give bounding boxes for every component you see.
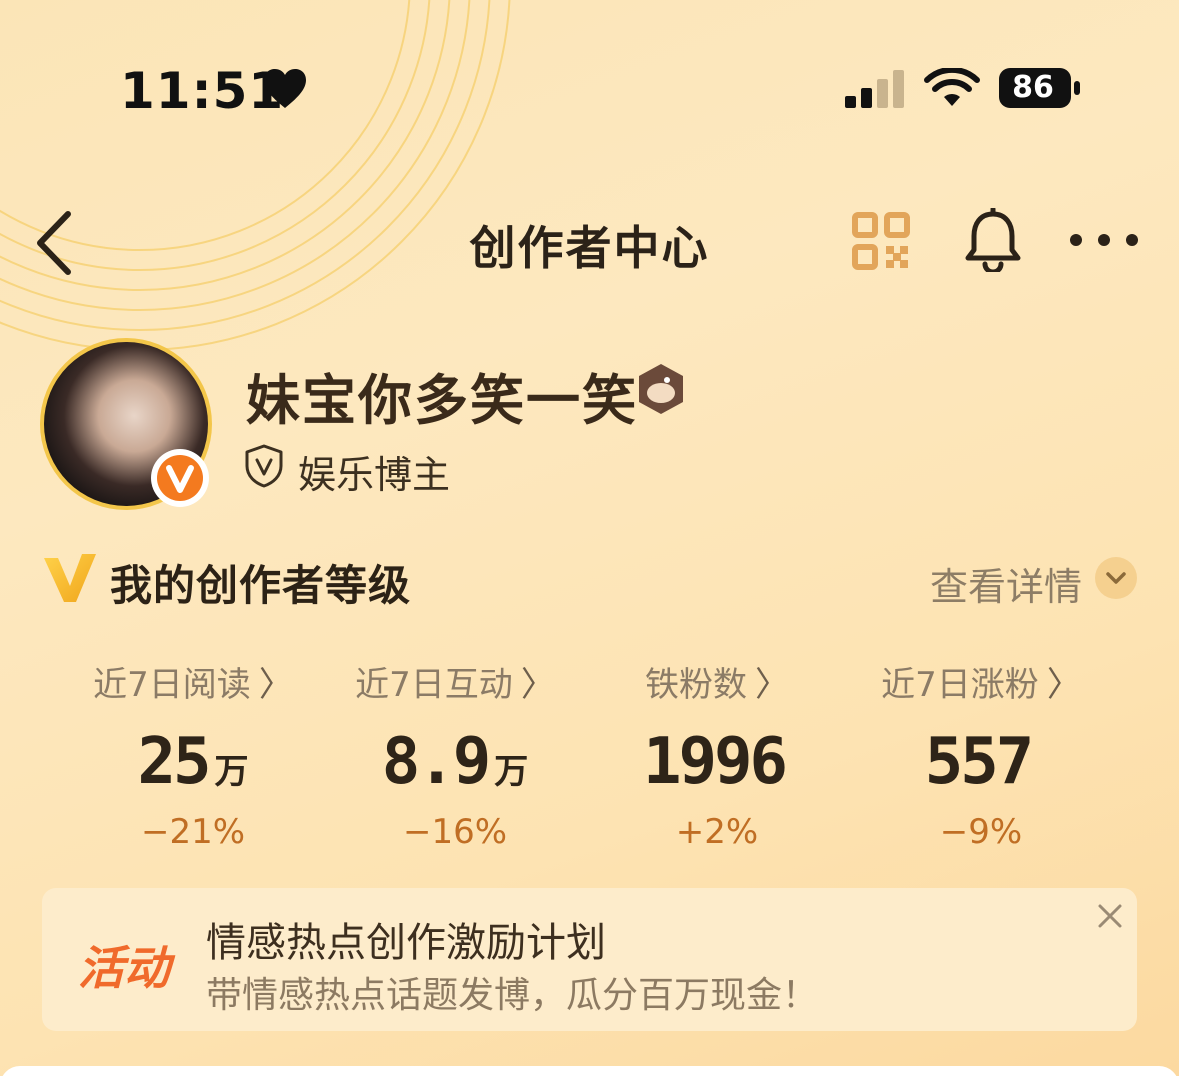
chevron-right-icon: 〉	[258, 665, 293, 705]
activity-tag: 活动	[78, 941, 170, 995]
wifi-icon	[924, 68, 980, 106]
creator-level-title: 我的创作者等级	[110, 561, 412, 610]
chevron-right-icon: 〉	[520, 665, 555, 705]
creator-role: 娱乐博主	[298, 453, 451, 497]
chevron-right-icon: 〉	[1046, 665, 1081, 705]
stat-unit: 万	[214, 752, 249, 792]
stat-value: 557	[924, 725, 1035, 799]
stat-label: 近7日互动	[355, 665, 513, 705]
stat-change: −21%	[140, 812, 246, 852]
creator-medal-icon[interactable]	[636, 362, 686, 416]
close-icon[interactable]	[1096, 902, 1124, 930]
activity-subtitle: 带情感热点话题发博，瓜分百万现金！	[206, 975, 819, 1016]
more-options-icon[interactable]	[1068, 228, 1140, 252]
stat-label: 近7日涨粉	[881, 665, 1039, 705]
stat-7day-new-fans[interactable]: 近7日涨粉〉 557 −9%	[866, 660, 1096, 852]
stat-label: 铁粉数	[645, 665, 747, 705]
stat-iron-fans[interactable]: 铁粉数〉 1996 +2%	[602, 660, 832, 852]
stat-value: 25	[137, 725, 211, 799]
cellular-signal-icon	[845, 70, 904, 108]
stat-7day-interactions[interactable]: 近7日互动〉 8.9 万 −16%	[340, 660, 570, 852]
stat-value: 1996	[642, 725, 788, 799]
activity-title: 情感热点创作激励计划	[206, 920, 606, 966]
qr-code-icon[interactable]	[852, 212, 910, 270]
verified-badge-icon	[151, 449, 209, 507]
chevron-down-icon[interactable]	[1094, 556, 1138, 600]
stat-change: −16%	[402, 812, 508, 852]
stat-7day-reads[interactable]: 近7日阅读〉 25 万 −21%	[78, 660, 308, 852]
username: 妹宝你多笑一笑	[246, 369, 638, 432]
notification-bell-icon[interactable]	[962, 208, 1024, 272]
activity-banner[interactable]: 活动 情感热点创作激励计划 带情感热点话题发博，瓜分百万现金！	[42, 888, 1137, 1031]
content-sheet-edge	[0, 1066, 1179, 1076]
stat-value: 8.9	[381, 725, 492, 799]
battery-level: 86	[1012, 70, 1054, 105]
heart-icon	[264, 69, 306, 108]
status-time: 11:51	[120, 62, 285, 120]
stat-change: −9%	[939, 812, 1023, 852]
creator-center-page: 11:51 86 创作者中心 妹宝你多笑一笑 娱乐博主 我的创作者等级 查看详情…	[0, 0, 1179, 1076]
view-details-link[interactable]: 查看详情	[930, 556, 1082, 611]
v-level-icon	[44, 554, 96, 602]
chevron-right-icon: 〉	[755, 665, 789, 705]
stat-unit: 万	[494, 752, 529, 792]
stat-change: +2%	[675, 812, 759, 852]
shield-v-icon	[245, 444, 283, 488]
decorative-arcs	[0, 0, 511, 351]
stat-label: 近7日阅读	[93, 665, 251, 705]
